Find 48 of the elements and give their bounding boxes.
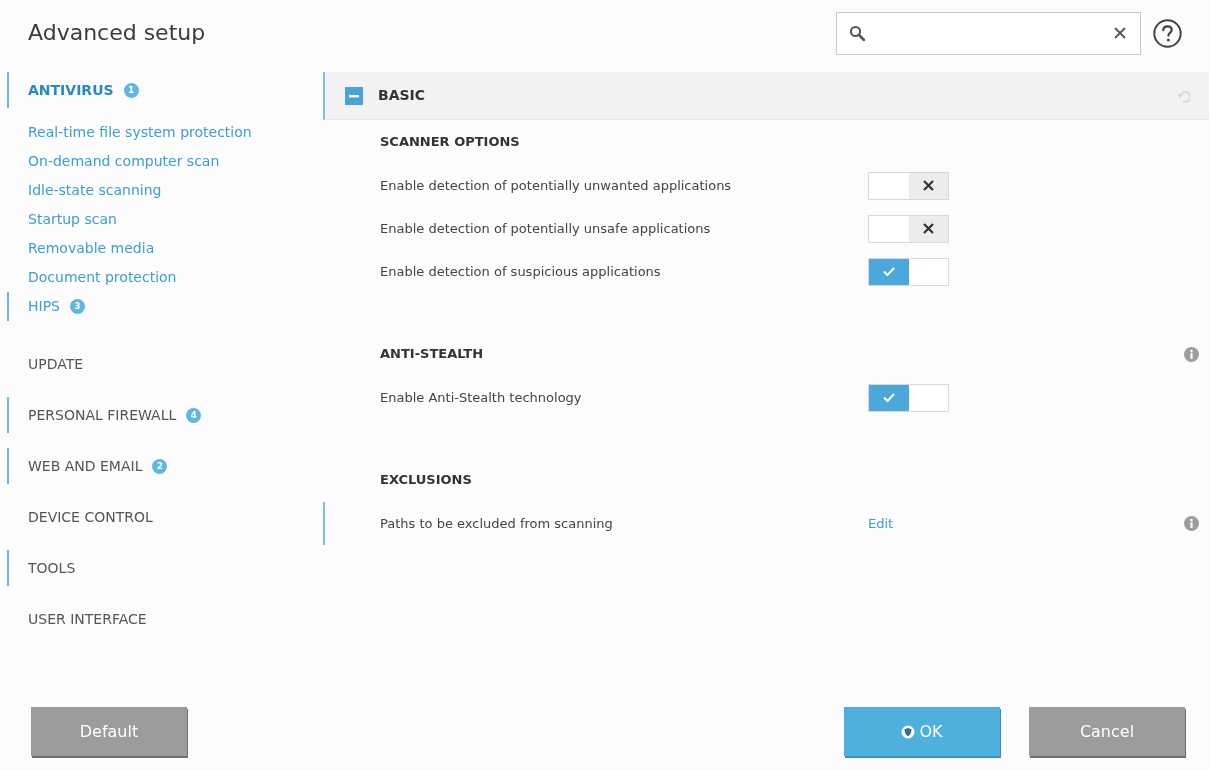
window-title: Advanced setup	[28, 22, 206, 44]
group-heading: EXCLUSIONS	[380, 471, 472, 490]
sidebar-item[interactable]: WEB AND EMAIL 2	[7, 448, 172, 484]
section-title: BASIC	[378, 86, 426, 105]
shield-icon	[901, 724, 916, 739]
sidebar-subitem[interactable]: Idle-state scanning	[7, 176, 166, 205]
toggle-switch[interactable]	[868, 171, 949, 200]
setting-label: Enable detection of suspicious applications	[380, 262, 662, 281]
help-icon[interactable]	[1153, 18, 1182, 48]
edit-link[interactable]: Edit	[868, 513, 894, 534]
setting-label: Enable detection of potentially unsafe applications	[380, 219, 712, 238]
count-badge: 1	[123, 82, 139, 98]
group-heading: SCANNER OPTIONS	[380, 133, 520, 152]
sidebar-subitem[interactable]: Startup scan	[7, 205, 121, 234]
setting-label: Paths to be excluded from scanning	[380, 514, 614, 533]
search-field[interactable]	[836, 11, 1141, 55]
count-badge: 2	[152, 458, 168, 474]
sidebar-subitem[interactable]: On-demand computer scan	[7, 147, 224, 176]
sidebar-item[interactable]: PERSONAL FIREWALL 4	[7, 397, 206, 433]
x-icon	[922, 223, 934, 234]
toggle-switch[interactable]	[868, 257, 949, 286]
sidebar-subitem[interactable]: Document protection	[7, 263, 181, 292]
check-icon	[882, 266, 895, 277]
sidebar-item[interactable]: DEVICE CONTROL	[7, 499, 157, 535]
ok-button[interactable]: OK	[844, 707, 1000, 756]
toggle-switch[interactable]	[868, 214, 949, 243]
group-heading: ANTI-STEALTH	[380, 345, 484, 364]
sidebar-item[interactable]: ANTIVIRUS 1	[7, 72, 143, 108]
x-icon	[922, 180, 934, 191]
sidebar-item[interactable]: UPDATE	[7, 346, 88, 382]
clear-icon[interactable]	[1114, 27, 1126, 39]
search-icon	[849, 25, 865, 41]
sidebar-subitem[interactable]: Removable media	[7, 234, 159, 263]
info-icon[interactable]	[1184, 516, 1199, 531]
sidebar-subitem[interactable]: HIPS 3	[7, 292, 89, 321]
setting-label: Enable Anti-Stealth technology	[380, 388, 583, 407]
count-badge: 4	[186, 407, 202, 423]
sidebar-subitem[interactable]: Real-time file system protection	[7, 118, 256, 147]
footer-button[interactable]: Cancel	[1029, 707, 1185, 756]
info-icon[interactable]	[1184, 346, 1199, 362]
sidebar-item[interactable]: TOOLS	[7, 550, 80, 586]
count-badge: 3	[70, 299, 85, 314]
check-icon	[882, 392, 895, 403]
setting-label: Enable detection of potentially unwanted applications	[380, 176, 733, 195]
sidebar-item[interactable]: USER INTERFACE	[7, 601, 151, 637]
toggle-switch[interactable]	[868, 383, 949, 412]
footer-button[interactable]: Default	[31, 707, 187, 756]
collapse-icon[interactable]	[345, 86, 363, 105]
